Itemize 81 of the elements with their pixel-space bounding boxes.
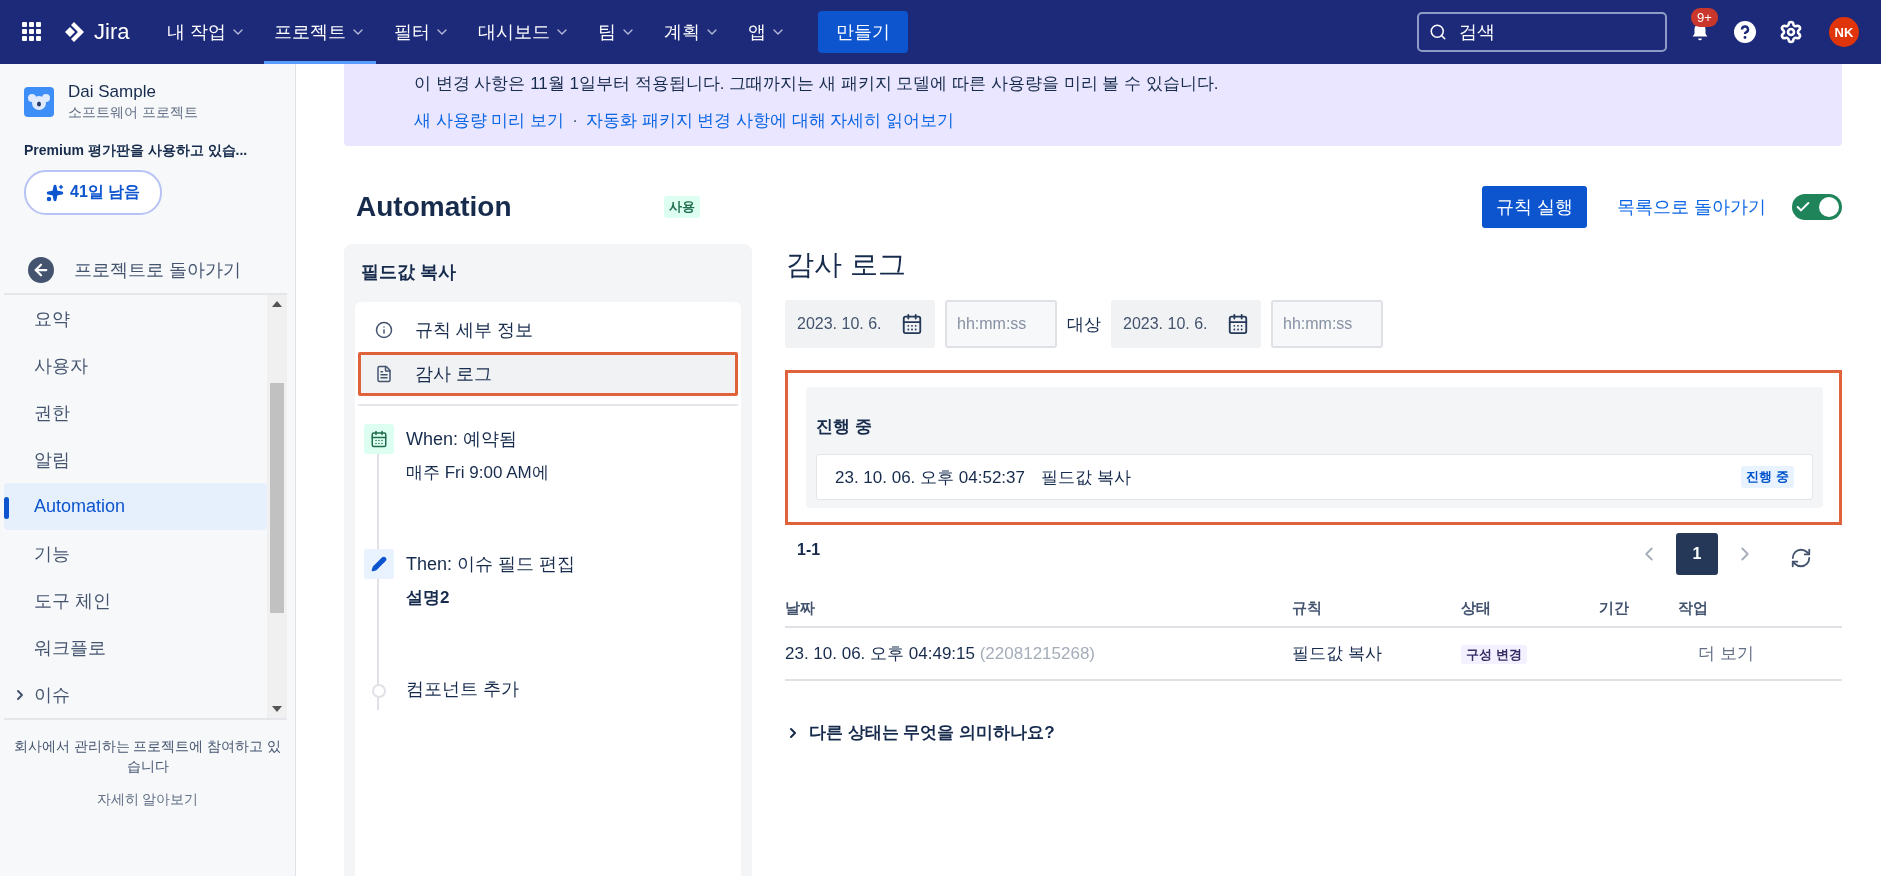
calendar-icon xyxy=(901,313,923,335)
sidebar-item[interactable]: 이슈 xyxy=(4,671,267,718)
sidebar-item[interactable]: 기능 xyxy=(4,530,267,577)
date-field[interactable]: 2023. 10. 6. xyxy=(785,300,935,348)
sidebar-item[interactable]: 도구 체인 xyxy=(4,577,267,624)
project-avatar-icon xyxy=(24,87,54,117)
learn-more-link[interactable]: 자세히 알아보기 xyxy=(0,790,295,809)
create-button[interactable]: 만들기 xyxy=(818,11,909,53)
rule-nav-item[interactable]: 감사 로그 xyxy=(358,352,738,396)
product-name: Jira xyxy=(94,19,130,45)
sidebar-item[interactable]: Automation xyxy=(4,483,267,530)
nav-menu[interactable]: 앱 xyxy=(738,0,797,64)
info-icon xyxy=(375,321,393,339)
rule-toggle[interactable] xyxy=(1792,194,1842,220)
banner-text: 이 변경 사항은 11월 1일부터 적용됩니다. 그때까지는 새 패키지 모델에 따른 사용량을 미리 볼 수 있습니다. xyxy=(414,73,1220,95)
scrollbar[interactable] xyxy=(267,295,287,718)
sidebar-item[interactable]: 워크플로 xyxy=(4,624,267,671)
nav-menu[interactable]: 계획 xyxy=(654,0,731,64)
run-time: 23. 10. 06. 오후 04:52:37 xyxy=(835,466,1025,489)
pencil-icon xyxy=(364,549,394,579)
nav-menu[interactable]: 필터 xyxy=(384,0,461,64)
step-label[interactable]: When: 예약됨 xyxy=(406,427,549,451)
sparkle-icon xyxy=(46,183,64,202)
column-header: 기간 xyxy=(1598,591,1679,627)
sidebar-item[interactable]: 알림 xyxy=(4,436,267,483)
back-to-list-link[interactable]: 목록으로 돌아가기 xyxy=(1617,195,1766,219)
status-tag: 사용 xyxy=(663,196,700,218)
search-field[interactable]: 검색 xyxy=(1417,12,1667,52)
rule-nav-item[interactable]: 규칙 세부 정보 xyxy=(358,308,738,352)
status-help-expander[interactable]: 다른 상태는 무엇을 의미하나요? xyxy=(785,721,1842,744)
project-type: 소프트웨어 프로젝트 xyxy=(68,104,198,122)
sidebar-item[interactable]: 사용자 xyxy=(4,342,267,389)
trial-notice: Premium 평가판을 사용하고 있습... xyxy=(23,141,249,160)
step-label[interactable]: 컴포넌트 추가 xyxy=(406,677,519,701)
time-input-field[interactable]: hh:mm:ss xyxy=(1271,300,1383,348)
page-button[interactable]: 1 xyxy=(1676,533,1718,575)
status-lozenge: 진행 중 xyxy=(1741,466,1794,488)
time-input-field[interactable]: hh:mm:ss xyxy=(945,300,1057,348)
separator-dot: · xyxy=(572,110,578,131)
rule-name: 필드값 복사 xyxy=(1040,466,1131,489)
run-rule-button[interactable]: 규칙 실행 xyxy=(1481,186,1587,228)
arrow-left-icon xyxy=(28,257,54,283)
settings-icon[interactable] xyxy=(1779,20,1803,44)
step-detail: 설명2 xyxy=(406,587,451,609)
result-range: 1-1 xyxy=(797,541,821,559)
nav-menu[interactable]: 대시보드 xyxy=(468,0,581,64)
banner-link[interactable]: 자동화 패키지 변경 사항에 대해 자세히 읽어보기 xyxy=(585,109,955,132)
date-field[interactable]: 2023. 10. 6. xyxy=(1111,300,1261,348)
nav-menu[interactable]: 내 작업 xyxy=(157,0,257,64)
user-avatar[interactable]: NK xyxy=(1829,17,1859,47)
status-lozenge: 구성 변경 xyxy=(1461,644,1528,664)
refresh-icon[interactable] xyxy=(1790,547,1812,569)
step-detail: 매주 Fri 9:00 AM에 xyxy=(406,462,549,484)
rule-cell: 필드값 복사 xyxy=(1292,627,1462,680)
sidebar-item[interactable]: 권한 xyxy=(4,389,267,436)
trial-days-button[interactable]: 41일 남음 xyxy=(24,170,163,215)
nav-menu[interactable]: 팀 xyxy=(588,0,647,64)
back-to-project-link[interactable]: 프로젝트로 돌아가기 xyxy=(28,257,295,283)
column-header: 작업 xyxy=(1678,591,1842,627)
column-header: 날짜 xyxy=(785,591,1293,627)
search-icon xyxy=(1429,23,1447,41)
help-icon[interactable] xyxy=(1733,20,1757,44)
calendar-icon xyxy=(364,424,394,454)
column-header: 규칙 xyxy=(1292,591,1462,627)
in-progress-title: 진행 중 xyxy=(816,416,873,438)
step-label[interactable]: Then: 이슈 필드 편집 xyxy=(406,552,576,576)
project-name: Dai Sample xyxy=(68,82,157,102)
sidebar-item[interactable]: 요약 xyxy=(4,295,267,342)
app-grid-icon[interactable] xyxy=(22,22,42,42)
document-icon xyxy=(375,365,393,383)
page-title: Automation xyxy=(356,191,512,223)
date-cell: 23. 10. 06. 오후 04:49:15 (22081215268) xyxy=(785,627,1293,680)
rule-name: 필드값 복사 xyxy=(360,261,457,284)
managed-project-notice: 회사에서 관리하는 프로젝트에 참여하고 있습니다 xyxy=(12,737,283,777)
banner-link[interactable]: 새 사용량 미리 보기 xyxy=(414,109,565,132)
section-title: 감사 로그 xyxy=(785,248,907,282)
notification-count: 9+ xyxy=(1691,8,1718,27)
column-header: 상태 xyxy=(1461,591,1599,627)
calendar-icon xyxy=(1227,313,1249,335)
to-label: 대상 xyxy=(1067,313,1101,336)
more-link[interactable]: 더 보기 xyxy=(1698,644,1754,663)
